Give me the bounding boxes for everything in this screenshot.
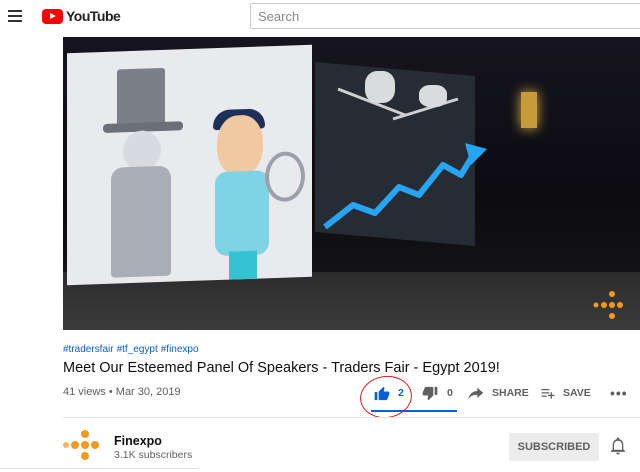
stage-lamp	[521, 92, 537, 128]
graphic-hand-left	[365, 71, 395, 103]
hashtag-link[interactable]: #finexpo	[161, 344, 199, 355]
save-label: SAVE	[563, 387, 591, 399]
youtube-logo[interactable]: YouTube	[42, 8, 121, 24]
view-count: 41 views	[63, 386, 106, 398]
video-player[interactable]	[63, 37, 640, 330]
share-label: SHARE	[492, 387, 529, 399]
subscriber-count: 3.1K subscribers	[114, 449, 193, 461]
separator-dot: •	[108, 386, 113, 398]
hashtag-link[interactable]: #tradersfair	[63, 344, 114, 355]
hashtags: #tradersfair #tf_egypt #finexpo	[63, 344, 202, 355]
search-box	[250, 3, 640, 29]
playlist-add-icon	[541, 388, 555, 399]
channel-avatar[interactable]	[63, 428, 103, 462]
subscribed-button[interactable]: SUBSCRIBED	[509, 433, 599, 461]
youtube-play-icon	[42, 8, 63, 24]
more-actions-icon[interactable]: •••	[610, 378, 628, 408]
graphic-hand-right	[419, 85, 447, 107]
dislike-count: 0	[447, 387, 453, 399]
finexpo-watermark-icon	[593, 291, 623, 319]
share-arrow-icon	[468, 387, 484, 399]
view-info: 41 views • Mar 30, 2019	[63, 386, 181, 398]
sentiment-bar	[371, 410, 457, 412]
bottom-divider	[0, 468, 198, 469]
like-button[interactable]: 2	[374, 378, 404, 408]
dislike-button[interactable]: 0	[422, 378, 453, 408]
hashtag-link[interactable]: #tf_egypt	[117, 344, 158, 355]
divider	[63, 417, 640, 418]
bell-icon[interactable]	[610, 437, 626, 455]
thumbs-up-icon	[374, 386, 390, 400]
save-button[interactable]: SAVE	[540, 378, 591, 408]
logo-text: YouTube	[66, 8, 121, 24]
share-button[interactable]: SHARE	[468, 378, 529, 408]
publish-date: Mar 30, 2019	[115, 386, 181, 398]
sentiment-bar-fill	[371, 410, 457, 412]
trend-arrow-graphic	[323, 87, 487, 230]
menu-icon[interactable]	[8, 10, 22, 22]
like-count: 2	[398, 387, 404, 399]
video-title: Meet Our Esteemed Panel Of Speakers - Tr…	[63, 360, 500, 376]
thumbs-down-icon	[422, 386, 438, 400]
channel-name[interactable]: Finexpo	[114, 434, 162, 448]
masthead: YouTube	[0, 0, 640, 34]
search-input[interactable]	[251, 4, 640, 28]
